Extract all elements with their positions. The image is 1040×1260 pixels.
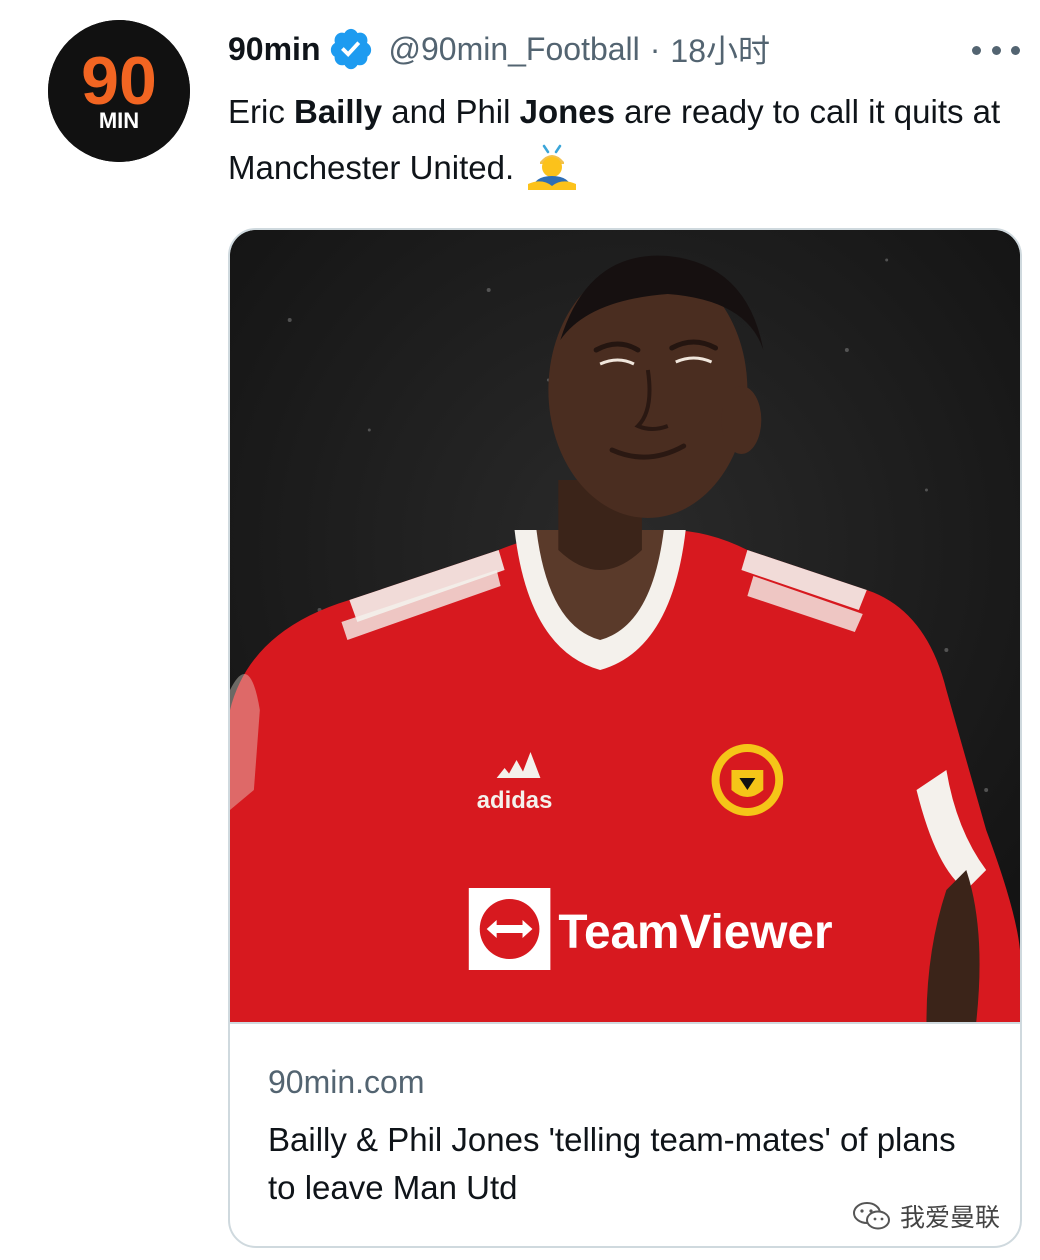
man-gesturing-emoji-icon <box>524 140 580 192</box>
card-divider <box>230 1022 1020 1024</box>
tweet-text: Eric Bailly and Phil Jones are ready to … <box>228 84 1028 196</box>
dot-icon <box>972 45 981 55</box>
timestamp[interactable]: 18小时 <box>670 26 770 72</box>
avatar-text-bottom: MIN <box>99 108 139 133</box>
dot-icon <box>1011 45 1020 55</box>
avatar[interactable]: 90 MIN <box>48 20 190 162</box>
card-domain: 90min.com <box>268 1064 425 1100</box>
dot-icon <box>991 45 1001 55</box>
club-crest-icon <box>711 744 784 816</box>
tweet-header: 90min @90min_Football · 18小时 <box>228 24 1020 74</box>
watermark-text: 我爱曼联 <box>900 1204 1001 1232</box>
display-name[interactable]: 90min <box>228 31 320 68</box>
watermark: 我爱曼联 <box>852 1196 1000 1236</box>
card-image[interactable]: TeamViewer adidas <box>230 230 1020 1022</box>
wechat-icon <box>853 1202 890 1230</box>
tweet-text-part: Eric <box>228 93 294 130</box>
user-handle[interactable]: @90min_Football <box>388 31 639 68</box>
jersey-sponsor-text: TeamViewer <box>558 906 832 959</box>
tweet-text-part: and Phil <box>382 93 520 130</box>
tweet-text-bold: Bailly <box>294 93 383 130</box>
link-card[interactable]: TeamViewer adidas 90min.com Bailly & Phi… <box>228 228 1022 1248</box>
more-options-icon[interactable] <box>972 30 1020 70</box>
jersey-brand-text: adidas <box>477 787 553 814</box>
tweet-text-bold: Jones <box>519 93 616 130</box>
verified-badge-icon <box>328 26 374 72</box>
separator-dot: · <box>649 30 661 67</box>
